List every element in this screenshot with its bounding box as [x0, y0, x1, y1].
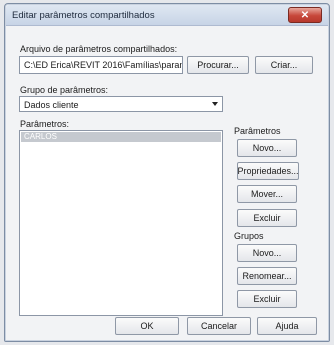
- close-icon: ✕: [300, 9, 310, 21]
- move-button[interactable]: Mover...: [237, 185, 297, 203]
- new-parameter-button[interactable]: Novo...: [237, 139, 297, 157]
- group-select[interactable]: Dados cliente: [19, 96, 223, 112]
- new-group-button[interactable]: Novo...: [237, 244, 297, 262]
- list-item[interactable]: CARLOS: [21, 132, 221, 142]
- properties-button[interactable]: Propriedades...: [237, 162, 299, 180]
- browse-button[interactable]: Procurar...: [187, 56, 249, 74]
- cancel-button[interactable]: Cancelar: [187, 317, 251, 335]
- parameters-list[interactable]: CARLOS: [19, 130, 223, 316]
- shared-parameters-dialog: Editar parâmetros compartilhados ✕ Arqui…: [4, 3, 330, 342]
- file-label: Arquivo de parâmetros compartilhados:: [20, 44, 178, 54]
- groups-heading: Grupos: [234, 231, 264, 241]
- create-button[interactable]: Criar...: [255, 56, 313, 74]
- parameters-heading: Parâmetros: [234, 126, 281, 136]
- parameters-label: Parâmetros:: [20, 119, 70, 129]
- group-selected-value: Dados cliente: [24, 100, 79, 110]
- ok-button[interactable]: OK: [115, 317, 179, 335]
- title-bar: Editar parâmetros compartilhados ✕: [6, 5, 328, 26]
- dialog-title: Editar parâmetros compartilhados: [12, 10, 155, 21]
- delete-parameter-button[interactable]: Excluir: [237, 209, 297, 227]
- group-label: Grupo de parâmetros:: [20, 85, 109, 95]
- delete-group-button[interactable]: Excluir: [237, 290, 297, 308]
- close-button[interactable]: ✕: [288, 7, 322, 23]
- chevron-down-icon: [212, 102, 218, 106]
- rename-button[interactable]: Renomear...: [237, 267, 297, 285]
- file-path-field[interactable]: C:\ED Erica\REVIT 2016\Famílias\paramet: [19, 56, 183, 74]
- help-button[interactable]: Ajuda: [257, 317, 317, 335]
